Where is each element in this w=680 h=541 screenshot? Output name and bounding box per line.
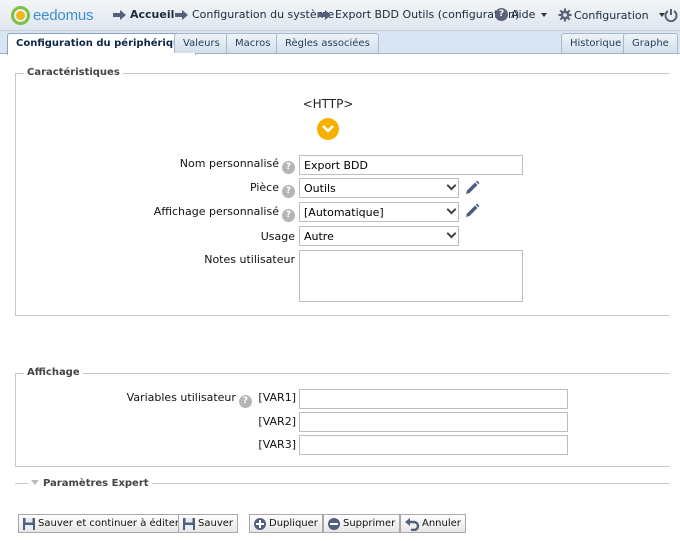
characteristics-legend: Caractéristiques [24,67,123,78]
delete-button[interactable]: Supprimer [323,514,401,533]
arrow-right-icon [113,9,127,20]
help-icon: ? [495,8,508,21]
top-bar: eedomus Accueil Configuration du système… [0,0,680,31]
tab-macros[interactable]: Macros [226,33,280,53]
notes-textarea[interactable] [299,250,523,302]
tab-regles-associees[interactable]: Règles associées [276,33,379,53]
chevron-down-icon [446,180,457,191]
var2-label: [VAR2] [258,415,296,428]
device-type-title: <HTTP> [302,97,354,111]
room-label: Pièce? [250,181,295,198]
help-icon[interactable]: ? [282,161,295,174]
undo-icon [405,517,420,531]
notes-label: Notes utilisateur [204,253,295,266]
var3-label: [VAR3] [258,438,296,451]
var2-input[interactable] [299,412,568,432]
chevron-down-icon [446,204,457,215]
save-icon [183,517,195,530]
nav-export-bdd[interactable]: Export BDD Outils (configuration) [318,8,519,21]
name-input[interactable] [299,155,523,175]
nav-configuration-systeme[interactable]: Configuration du système [175,8,334,21]
logo[interactable]: eedomus [11,6,94,25]
room-select[interactable]: Outils [299,178,459,198]
duplicate-button[interactable]: Dupliquer [249,514,323,533]
usage-select[interactable]: Autre [299,226,459,246]
caret-down-icon [31,480,39,485]
save-continue-button[interactable]: Sauver et continuer à éditer [18,514,184,533]
save-icon [23,517,35,530]
gear-icon [558,8,572,22]
logo-icon [11,6,30,25]
help-icon[interactable]: ? [282,185,295,198]
chevron-down-icon [322,125,334,133]
tab-graphe[interactable]: Graphe [623,33,678,53]
display-label: Affichage personnalisé? [154,205,295,222]
help-icon[interactable]: ? [282,209,295,222]
tab-bar: Configuration du périphérique Valeurs Ma… [0,31,680,55]
expand-chevron-button[interactable] [317,118,339,140]
nav-configuration[interactable]: Configuration [558,8,665,22]
name-label: Nom personnalisé? [180,157,295,174]
arrow-right-icon [175,9,189,20]
cancel-button[interactable]: Annuler [400,514,466,533]
display-legend: Affichage [24,367,83,378]
plus-circle-icon [254,517,266,530]
arrow-right-icon [318,9,332,20]
expert-toggle[interactable]: Paramètres Expert [28,478,152,489]
display-select[interactable]: [Automatique] [299,202,459,222]
power-icon[interactable] [664,8,678,22]
logo-text: eedomus [33,7,94,24]
var1-input[interactable] [299,389,568,409]
pencil-icon[interactable] [464,180,480,196]
chevron-down-icon [446,228,457,239]
var3-input[interactable] [299,435,568,455]
caret-down-icon [541,12,548,17]
tab-configuration-peripherique[interactable]: Configuration du périphérique [7,33,196,55]
help-icon[interactable]: ? [238,395,252,408]
tab-valeurs[interactable]: Valeurs [174,33,229,53]
usage-label: Usage [260,230,295,243]
variables-label: Variables utilisateur? [VAR1] [126,391,296,408]
minus-circle-icon [328,517,340,530]
pencil-icon[interactable] [464,203,480,219]
nav-accueil[interactable]: Accueil [113,8,174,21]
nav-aide[interactable]: ? Aide [495,8,548,21]
save-button[interactable]: Sauver [178,514,238,533]
tab-historique[interactable]: Historique [561,33,631,53]
